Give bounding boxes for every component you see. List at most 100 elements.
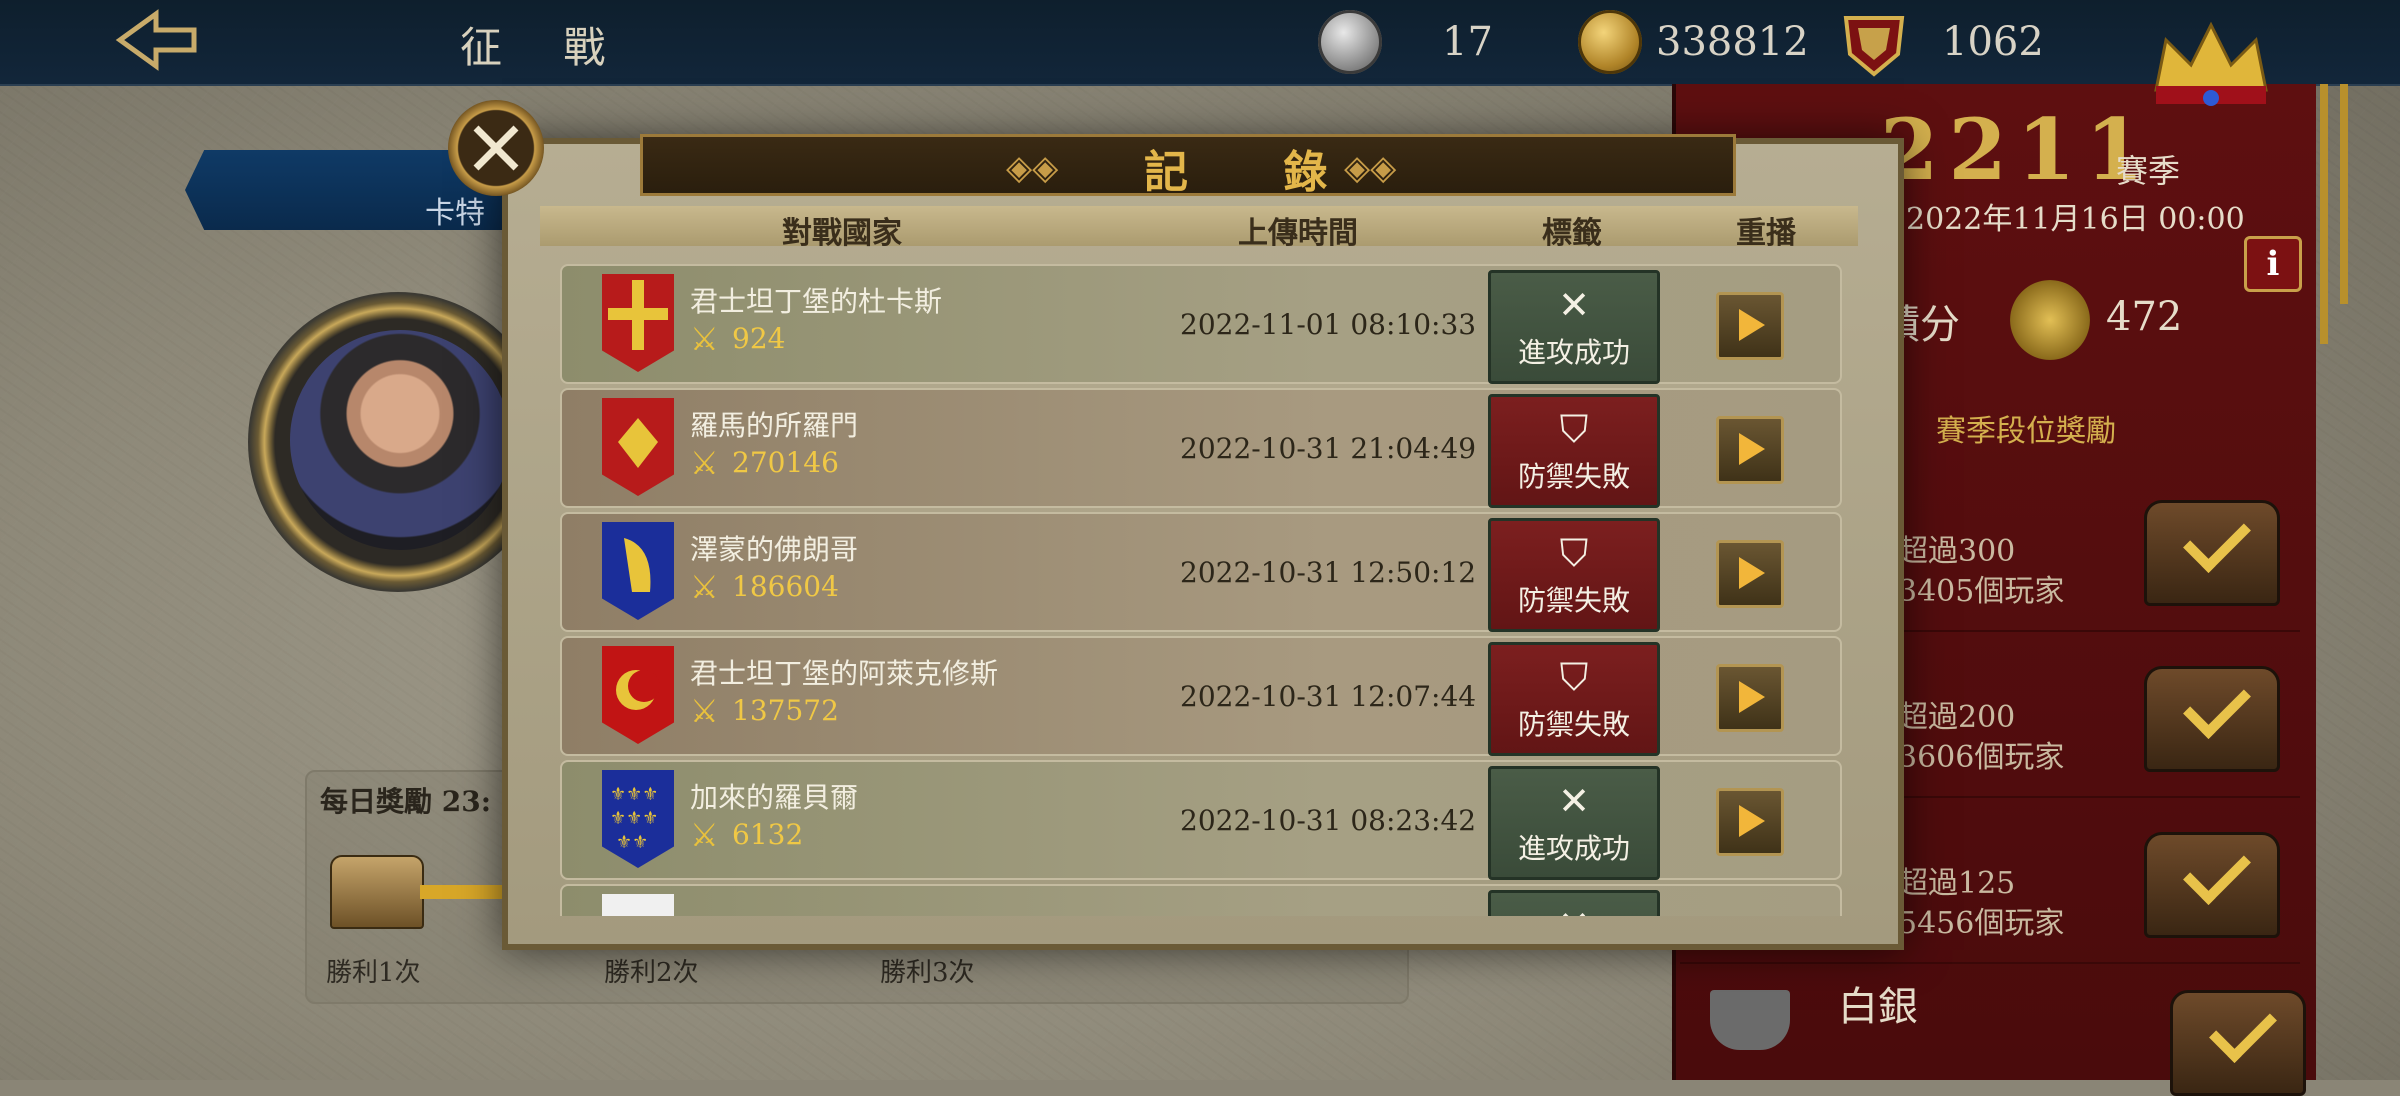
- column-header-bar: [540, 206, 1858, 246]
- column-tag: 標籤: [1542, 216, 1602, 251]
- tag-label: 進攻成功: [1517, 336, 1630, 369]
- svg-text:⚜⚜: ⚜⚜: [616, 832, 648, 853]
- check-icon: [2209, 995, 2277, 1063]
- white-shield-icon: [602, 894, 674, 916]
- svg-text:⚜⚜⚜: ⚜⚜⚜: [610, 784, 658, 805]
- tassel-decoration: [2320, 84, 2328, 344]
- win-3-label: 勝利3次: [880, 958, 975, 988]
- opponent-power: 186604: [732, 570, 839, 603]
- harp-shield-icon: [602, 522, 674, 620]
- season-end-date: 2022年11月16日 00:00: [1906, 202, 2245, 237]
- replay-button[interactable]: [1716, 540, 1784, 608]
- crescent-shield-icon: [602, 646, 674, 744]
- crest-resource: 1062: [1836, 8, 2044, 77]
- top-bar: 征 戰 17 338812 1062: [0, 0, 2400, 86]
- points-value: 472: [2106, 294, 2183, 340]
- reward-chest-icon[interactable]: [2144, 500, 2280, 606]
- tag-label: 防禦失敗: [1517, 584, 1630, 617]
- info-button[interactable]: i: [2244, 236, 2302, 292]
- upload-time: 2022-10-31 21:04:49: [1180, 432, 1477, 465]
- close-icon: [473, 125, 519, 171]
- defense-failed-tag: ⛉ 防禦失敗: [1488, 394, 1660, 508]
- tag-label: 防禦失敗: [1517, 708, 1630, 741]
- gold-resource: 338812: [1578, 8, 1809, 76]
- tier-requirement: 超過300: [1898, 534, 2016, 569]
- defense-failed-tag: ⛉ 防禦失敗: [1488, 642, 1660, 756]
- check-icon: [2183, 671, 2251, 739]
- record-row-partial: ✕: [560, 884, 1842, 916]
- ornament-left-icon: ◈◈: [1006, 148, 1059, 188]
- reward-chest-icon[interactable]: [2144, 832, 2280, 938]
- player-avatar[interactable]: [290, 330, 510, 550]
- shield-icon: ⛉: [1559, 407, 1589, 451]
- opponent-name: 澤蒙的佛朗哥: [690, 533, 859, 566]
- tier-requirement: 超過200: [1898, 700, 2016, 735]
- power-swords-icon: ⚔: [690, 320, 719, 358]
- svg-text:⚜⚜⚜: ⚜⚜⚜: [610, 808, 658, 829]
- reward-chest-icon[interactable]: [2170, 990, 2306, 1096]
- column-time: 上傳時間: [1238, 216, 1358, 251]
- crown-icon: [2154, 21, 2268, 106]
- tier-players: 3405個玩家: [1898, 574, 2065, 609]
- tag-label: 進攻成功: [1517, 832, 1630, 865]
- close-button[interactable]: [448, 100, 544, 196]
- gold-coin-icon: [1578, 10, 1642, 74]
- crossed-swords-icon: ✕: [1558, 283, 1590, 327]
- byzantine-shield-icon: [602, 274, 674, 372]
- daily-reward-title: 每日獎勵 23:: [320, 785, 492, 818]
- shield-icon: ⛉: [1559, 531, 1589, 575]
- upload-time: 2022-10-31 12:50:12: [1180, 556, 1477, 589]
- attack-success-tag: ✕ 進攻成功: [1488, 766, 1660, 880]
- column-replay: 重播: [1736, 216, 1796, 251]
- opponent-power: 270146: [732, 446, 839, 479]
- opponent-name: 羅馬的所羅門: [690, 409, 859, 442]
- season-label: 賽季: [2116, 152, 2181, 190]
- crossed-swords-icon: ✕: [1491, 903, 1657, 916]
- crest-icon: [1843, 16, 1905, 77]
- record-row: ⚜⚜⚜ ⚜⚜⚜ ⚜⚜ 加來的羅貝爾 ⚔ 6132 2022-10-31 08:23:…: [560, 760, 1842, 880]
- power-swords-icon: ⚔: [690, 444, 719, 482]
- back-arrow-icon[interactable]: [110, 8, 200, 72]
- opponent-name: 加來的羅貝爾: [690, 781, 859, 814]
- replay-button[interactable]: [1716, 292, 1784, 360]
- gold-count: 338812: [1656, 19, 1809, 65]
- record-row: 羅馬的所羅門 ⚔ 270146 2022-10-31 21:04:49 ⛉ 防禦失…: [560, 388, 1842, 508]
- modal-title: 記 錄: [1144, 147, 1368, 198]
- record-row: 澤蒙的佛朗哥 ⚔ 186604 2022-10-31 12:50:12 ⛉ 防禦失…: [560, 512, 1842, 632]
- replay-button[interactable]: [1716, 416, 1784, 484]
- records-list[interactable]: 君士坦丁堡的杜卡斯 ⚔ 924 2022-11-01 08:10:33 ✕ 進攻成…: [540, 256, 1858, 916]
- power-swords-icon: ⚔: [690, 816, 719, 854]
- opponent-power: 6132: [732, 818, 804, 851]
- silver-cup-icon: [1710, 990, 1790, 1050]
- check-icon: [2183, 837, 2251, 905]
- fleur-de-lis-shield-icon: ⚜⚜⚜ ⚜⚜⚜ ⚜⚜: [602, 770, 674, 868]
- upload-time: 2022-10-31 08:23:42: [1180, 804, 1477, 837]
- silver-resource: 17: [1318, 8, 1493, 76]
- record-row: 君士坦丁堡的阿萊克修斯 ⚔ 137572 2022-10-31 12:07:44…: [560, 636, 1842, 756]
- replay-button[interactable]: [1716, 664, 1784, 732]
- silver-count: 17: [1442, 19, 1493, 65]
- shield-icon: ⛉: [1559, 655, 1589, 699]
- tassel-decoration: [2340, 84, 2348, 304]
- record-row: 君士坦丁堡的杜卡斯 ⚔ 924 2022-11-01 08:10:33 ✕ 進攻成…: [560, 264, 1842, 384]
- win-2-label: 勝利2次: [604, 958, 699, 988]
- crest-count: 1062: [1942, 19, 2044, 65]
- opponent-power: 137572: [732, 694, 839, 727]
- eagle-shield-icon: [602, 398, 674, 496]
- attack-success-tag: ✕: [1488, 890, 1660, 916]
- daily-chest-icon[interactable]: [330, 855, 424, 929]
- tier-players: 3606個玩家: [1898, 740, 2065, 775]
- win-1-label: 勝利1次: [326, 958, 421, 988]
- opponent-power: 924: [732, 322, 786, 355]
- season-reward-link[interactable]: 賽季段位獎勵: [1936, 406, 2116, 450]
- opponent-name: 君士坦丁堡的杜卡斯: [690, 285, 943, 318]
- tier-requirement: 超過125: [1898, 866, 2016, 901]
- tier-players: 5456個玩家: [1898, 906, 2065, 941]
- crossed-swords-icon: ✕: [1558, 779, 1590, 823]
- replay-button[interactable]: [1716, 788, 1784, 856]
- defense-failed-tag: ⛉ 防禦失敗: [1488, 518, 1660, 632]
- column-country: 對戰國家: [782, 216, 902, 251]
- attack-success-tag: ✕ 進攻成功: [1488, 270, 1660, 384]
- reward-chest-icon[interactable]: [2144, 666, 2280, 772]
- opponent-name: 君士坦丁堡的阿萊克修斯: [690, 657, 999, 690]
